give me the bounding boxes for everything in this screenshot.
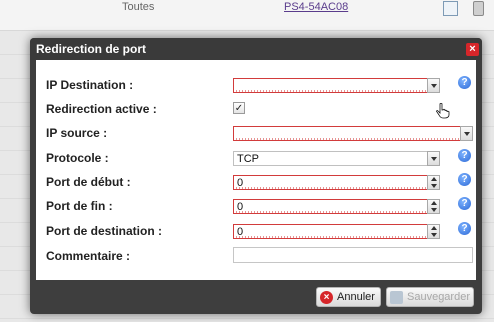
port-destination-label: Port de destination : — [46, 224, 163, 238]
chevron-down-icon[interactable] — [427, 151, 440, 166]
save-button-label: Sauvegarder — [407, 291, 470, 303]
protocole-value: TCP — [237, 153, 259, 165]
chevron-down-icon[interactable] — [460, 126, 473, 141]
port-destination-value: 0 — [237, 226, 244, 238]
cancel-button-label: Annuler — [337, 291, 375, 303]
background-table-row: Toutes PS4-54AC08 — [0, 0, 494, 31]
port-fin-label: Port de fin : — [46, 199, 113, 213]
help-icon[interactable]: ? — [458, 173, 471, 186]
row-device-link[interactable]: PS4-54AC08 — [284, 1, 348, 13]
dialog-title: Redirection de port — [36, 42, 147, 56]
ip-source-label: IP source : — [46, 126, 108, 140]
save-button[interactable]: Sauvegarder — [386, 287, 474, 307]
ip-source-select[interactable] — [233, 126, 473, 141]
redirection-active-checkbox[interactable]: ✓ — [233, 102, 245, 114]
help-icon[interactable]: ? — [458, 149, 471, 162]
port-fin-value: 0 — [237, 201, 244, 213]
chevron-down-icon[interactable] — [427, 78, 440, 93]
edit-icon[interactable] — [443, 1, 458, 16]
close-icon[interactable]: × — [466, 43, 479, 56]
protocole-select[interactable]: TCP — [233, 151, 440, 166]
cancel-icon: × — [320, 291, 333, 304]
port-destination-input[interactable]: 0 — [233, 224, 440, 239]
save-icon — [390, 291, 403, 304]
dialog-footer: × Annuler Sauvegarder — [30, 282, 482, 314]
spinner-icon[interactable] — [427, 199, 440, 214]
commentaire-label: Commentaire : — [46, 249, 131, 263]
cancel-button[interactable]: × Annuler — [316, 287, 381, 307]
row-audience: Toutes — [122, 1, 155, 13]
trash-icon[interactable] — [473, 1, 484, 16]
redirection-active-label: Redirection active : — [46, 102, 157, 116]
port-fin-input[interactable]: 0 — [233, 199, 440, 214]
port-debut-value: 0 — [237, 177, 244, 189]
port-debut-input[interactable]: 0 — [233, 175, 440, 190]
help-icon[interactable]: ? — [458, 76, 471, 89]
dialog-titlebar[interactable]: Redirection de port × — [30, 38, 482, 60]
spinner-icon[interactable] — [427, 224, 440, 239]
hand-pointer-icon — [436, 103, 450, 119]
port-debut-label: Port de début : — [46, 175, 131, 189]
help-icon[interactable]: ? — [458, 197, 471, 210]
port-forward-dialog: Redirection de port × IP Destination : ?… — [30, 38, 482, 314]
commentaire-input[interactable] — [233, 247, 473, 263]
protocole-label: Protocole : — [46, 151, 109, 165]
ip-destination-label: IP Destination : — [46, 78, 134, 92]
spinner-icon[interactable] — [427, 175, 440, 190]
ip-destination-select[interactable] — [233, 78, 440, 93]
help-icon[interactable]: ? — [458, 222, 471, 235]
dialog-form: IP Destination : ? Redirection active : … — [36, 60, 476, 280]
